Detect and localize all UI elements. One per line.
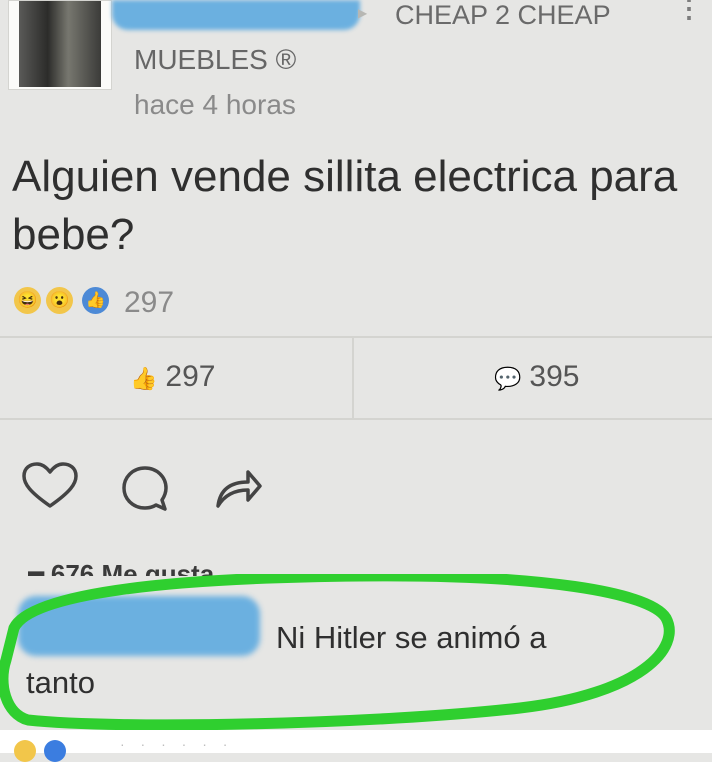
like-button[interactable]: 👍 297 [130,360,215,394]
chat-bubble-icon[interactable] [120,464,170,514]
group-arrow-icon: ▶ [358,6,368,20]
comment-count: 395 [529,360,580,393]
divider [0,336,712,338]
blurred-author-name [112,0,360,30]
group-name[interactable]: CHEAP 2 CHEAP [395,0,611,31]
heart-icon[interactable] [20,462,80,512]
profile-avatar[interactable] [8,0,112,90]
like-reaction-icon [44,740,66,762]
more-options-icon[interactable]: ⋮ [676,0,702,21]
reaction-icon [14,740,36,762]
highlight-ring [0,574,675,731]
haha-icon[interactable]: 😆 [14,287,41,314]
cropped-footer-text: · · · · · · [120,736,234,752]
like-count: 297 [165,360,216,393]
comment-button[interactable]: 💬 395 [494,360,579,394]
comment-icon: 💬 [494,366,522,391]
page-name[interactable]: MUEBLES ® [134,44,296,76]
post-timestamp[interactable]: hace 4 horas [134,89,296,121]
divider [352,338,354,418]
share-arrow-icon[interactable] [212,462,264,512]
wow-icon[interactable]: 😮 [46,287,73,314]
reaction-count[interactable]: 297 [124,286,174,320]
thumbs-up-icon: 👍 [130,366,158,391]
like-reaction-icon[interactable]: 👍 [82,287,109,314]
post-text: Alguien vende sillita electrica para beb… [12,152,678,259]
footer-bar [0,730,712,753]
divider [0,418,712,420]
